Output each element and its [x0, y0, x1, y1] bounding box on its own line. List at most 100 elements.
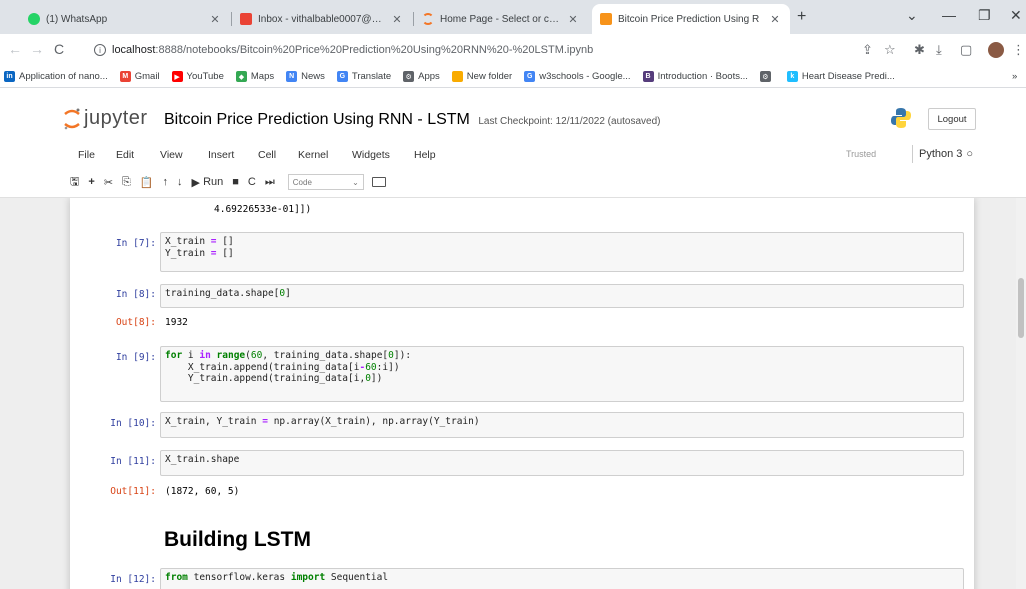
whatsapp-icon — [28, 13, 40, 25]
tab-title: Bitcoin Price Prediction Using R — [618, 13, 760, 25]
bookmark-item[interactable]: N News — [286, 71, 325, 82]
insert-cell-icon[interactable]: + — [88, 176, 94, 188]
bookmark-item[interactable]: Gw3schools - Google... — [524, 71, 631, 82]
run-label: Run — [203, 176, 224, 188]
menu-cell[interactable]: Cell — [258, 149, 276, 161]
bookmark-item[interactable]: k Heart Disease Predi... — [786, 71, 895, 82]
cell-type-select[interactable]: Code ⌄ — [287, 174, 364, 190]
menu-widgets[interactable]: Widgets — [352, 149, 390, 161]
close-icon[interactable]: ✕ — [768, 13, 782, 26]
bookmark-item[interactable]: ⚙ Apps — [403, 71, 440, 82]
code-cell[interactable]: In [12]: from tensorflow.keras import Se… — [76, 568, 964, 589]
sidepanel-icon[interactable]: ▢ — [960, 42, 972, 58]
kebab-menu-icon[interactable]: ⋮ — [1012, 42, 1025, 58]
jupyter-header: jupyter Bitcoin Price Prediction Using R… — [0, 89, 1026, 198]
jupyter-logo[interactable]: jupyter — [64, 107, 148, 130]
move-up-icon[interactable]: ↑ — [163, 176, 169, 188]
bookmark-label: w3schools - Google... — [539, 71, 631, 82]
new-tab-button[interactable]: + — [797, 8, 806, 26]
tab-jupyter-home[interactable]: Home Page - Select or create a ✕ — [414, 4, 588, 34]
tab-title: Inbox - vithalbable0007@gmail — [258, 13, 386, 25]
bookmark-label: Translate — [351, 71, 392, 82]
menu-file[interactable]: File — [78, 149, 95, 161]
copy-icon[interactable]: ⎘ — [122, 176, 131, 189]
bookmark-item[interactable]: ▶ YouTube — [171, 71, 224, 82]
menu-kernel[interactable]: Kernel — [298, 149, 328, 161]
address-bar[interactable]: i localhost:8888/notebooks/Bitcoin%20Pri… — [94, 38, 814, 62]
forward-arrow-icon[interactable]: → — [30, 41, 44, 57]
download-icon[interactable]: ⤓ — [936, 42, 942, 58]
logout-button[interactable]: Logout — [928, 108, 976, 130]
gmail-icon: M — [119, 71, 131, 82]
menu-help[interactable]: Help — [414, 149, 436, 161]
trusted-indicator[interactable]: Trusted — [846, 149, 876, 159]
youtube-icon: ▶ — [171, 71, 183, 82]
close-window-button[interactable]: ✕ — [1010, 7, 1022, 24]
code-input[interactable]: X_train.shape — [160, 450, 964, 476]
minimize-button[interactable]: — — [942, 7, 956, 23]
code-input[interactable]: training_data.shape[0] — [160, 284, 964, 308]
news-icon: N — [286, 71, 298, 82]
restore-button[interactable]: ❐ — [978, 7, 991, 24]
bookmark-item[interactable]: M Gmail — [119, 71, 160, 82]
close-icon[interactable]: ✕ — [208, 13, 222, 26]
restart-run-all-icon[interactable]: ⏭ — [265, 176, 275, 189]
input-prompt: In [11]: — [110, 456, 156, 467]
code-input[interactable]: X_train, Y_train = np.array(X_train), np… — [160, 412, 964, 438]
code-cell[interactable]: In [8]: training_data.shape[0] Out[8]: 1… — [76, 284, 964, 332]
code-line: X_train, Y_train = np.array(X_train), np… — [165, 416, 480, 427]
code-cell[interactable]: In [11]: X_train.shape Out[11]: (1872, 6… — [76, 450, 964, 498]
share-icon[interactable]: ⇪ — [862, 42, 873, 58]
notebook-name[interactable]: Bitcoin Price Prediction Using RNN - LST… — [164, 111, 470, 128]
cut-icon[interactable]: ✂ — [104, 176, 113, 189]
cell-output: (1872, 60, 5) — [165, 486, 240, 497]
star-icon[interactable]: ☆ — [884, 42, 896, 58]
bookmark-item[interactable]: New folder — [451, 71, 513, 82]
back-arrow-icon[interactable]: ← — [8, 41, 22, 57]
paste-icon[interactable]: 📋 — [140, 176, 154, 189]
close-icon[interactable]: ✕ — [390, 13, 404, 26]
tab-title: (1) WhatsApp — [46, 13, 108, 25]
bookmark-label: YouTube — [186, 71, 224, 82]
code-input[interactable]: from tensorflow.keras import Sequential — [160, 568, 964, 589]
avatar[interactable] — [988, 42, 1004, 58]
close-icon[interactable]: ✕ — [566, 13, 580, 26]
bookmark-item[interactable]: G Translate — [336, 71, 392, 82]
save-icon[interactable]: 🖫 — [70, 173, 79, 192]
bookmark-label: New folder — [466, 71, 513, 82]
extensions-icon[interactable]: ✱ — [914, 42, 925, 58]
restart-icon[interactable]: C — [248, 176, 256, 188]
code-cell[interactable]: In [10]: X_train, Y_train = np.array(X_t… — [76, 412, 964, 438]
menu-view[interactable]: View — [160, 149, 183, 161]
tab-gmail[interactable]: Inbox - vithalbable0007@gmail ✕ — [232, 4, 412, 34]
tab-whatsapp[interactable]: (1) WhatsApp ✕ — [20, 4, 230, 34]
bookmark-item[interactable]: B Introduction · Boots... — [642, 71, 748, 82]
jupyter-icon — [422, 13, 434, 25]
bookmark-label: Heart Disease Predi... — [801, 71, 895, 82]
command-palette-icon[interactable] — [371, 177, 386, 187]
bookmark-item[interactable]: in Application of nano... — [4, 71, 108, 82]
bookmark-item[interactable]: ⚙ — [759, 71, 775, 82]
page-scrollbar[interactable] — [1016, 198, 1026, 589]
bookmarks-overflow[interactable]: » — [1012, 71, 1017, 82]
code-cell[interactable]: In [7]: X_train = [] Y_train = [] — [76, 232, 964, 272]
run-button[interactable]: ▶ Run — [192, 176, 224, 189]
code-line: training_data.shape[0] — [165, 288, 291, 299]
input-prompt: In [12]: — [110, 574, 156, 585]
info-icon[interactable]: i — [94, 44, 106, 56]
notebook-title[interactable]: Bitcoin Price Prediction Using RNN - LST… — [164, 111, 661, 129]
scrollbar-thumb[interactable] — [1018, 278, 1024, 338]
bookmark-item[interactable]: ◆ Maps — [235, 71, 274, 82]
reload-icon[interactable]: C — [54, 41, 64, 57]
code-input[interactable]: for i in range(60, training_data.shape[0… — [160, 346, 964, 402]
code-input[interactable]: X_train = [] Y_train = [] — [160, 232, 964, 272]
menu-insert[interactable]: Insert — [208, 149, 234, 161]
kaggle-icon: k — [786, 71, 798, 82]
interrupt-icon[interactable]: ■ — [232, 176, 239, 188]
tab-bitcoin-notebook[interactable]: Bitcoin Price Prediction Using R ✕ — [592, 4, 790, 34]
chevron-down-icon[interactable]: ⌄ — [906, 7, 918, 24]
menu-edit[interactable]: Edit — [116, 149, 134, 161]
input-prompt: In [8]: — [115, 289, 156, 300]
code-cell[interactable]: In [9]: for i in range(60, training_data… — [76, 346, 964, 402]
move-down-icon[interactable]: ↓ — [177, 176, 183, 188]
